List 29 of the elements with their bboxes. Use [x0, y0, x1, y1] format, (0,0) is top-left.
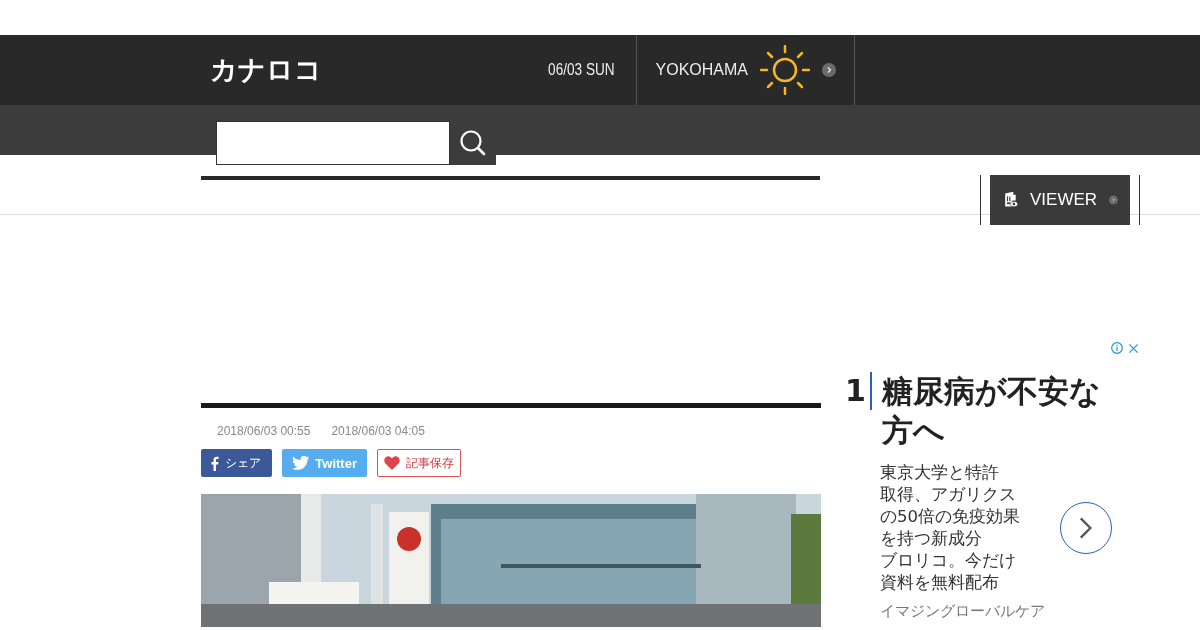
bird-icon — [292, 455, 310, 471]
facebook-icon — [211, 455, 219, 471]
advertiser-name: イマジングローバルケア — [879, 602, 1046, 621]
ad-text-line: ブロリコ。今だけ — [880, 550, 1016, 572]
date-label: 06/03 SUN — [548, 61, 616, 79]
published-date: 2018/06/03 00:55 — [217, 424, 311, 438]
chevron-icon[interactable] — [822, 63, 836, 77]
chevron-icon — [1079, 516, 1093, 540]
ad-text-line: を持つ新成分 — [880, 528, 982, 550]
close-icon[interactable] — [1128, 342, 1139, 354]
ad-text-line: の50倍の免疫効果 — [880, 506, 1020, 528]
city-label: YOKOHAMA — [655, 61, 748, 79]
save-article-button[interactable]: 記事保存 — [377, 449, 461, 477]
search-icon — [459, 129, 487, 157]
site-logo[interactable]: カナロコ — [210, 52, 322, 88]
ad-headline[interactable]: 糖尿病が不安な方へ — [881, 372, 1122, 450]
search-field[interactable] — [216, 121, 450, 165]
sun-icon — [760, 45, 810, 95]
heart-icon — [384, 456, 400, 470]
ad-text-line: 取得、アガリクス — [880, 484, 1016, 506]
chevron-icon — [1109, 193, 1118, 207]
viewer-button[interactable]: VIEWER — [990, 175, 1130, 225]
ad-info-icon[interactable] — [1111, 342, 1123, 354]
ad-text-line: 東京大学と特許 — [880, 462, 999, 484]
ad-rank: 1 — [845, 372, 872, 410]
next-button[interactable] — [1060, 502, 1112, 554]
updated-date: 2018/06/03 04:05 — [331, 424, 425, 438]
ad-text-line: 資料を無料配布 — [880, 572, 999, 594]
facebook-share-button[interactable]: シェア — [201, 449, 272, 477]
